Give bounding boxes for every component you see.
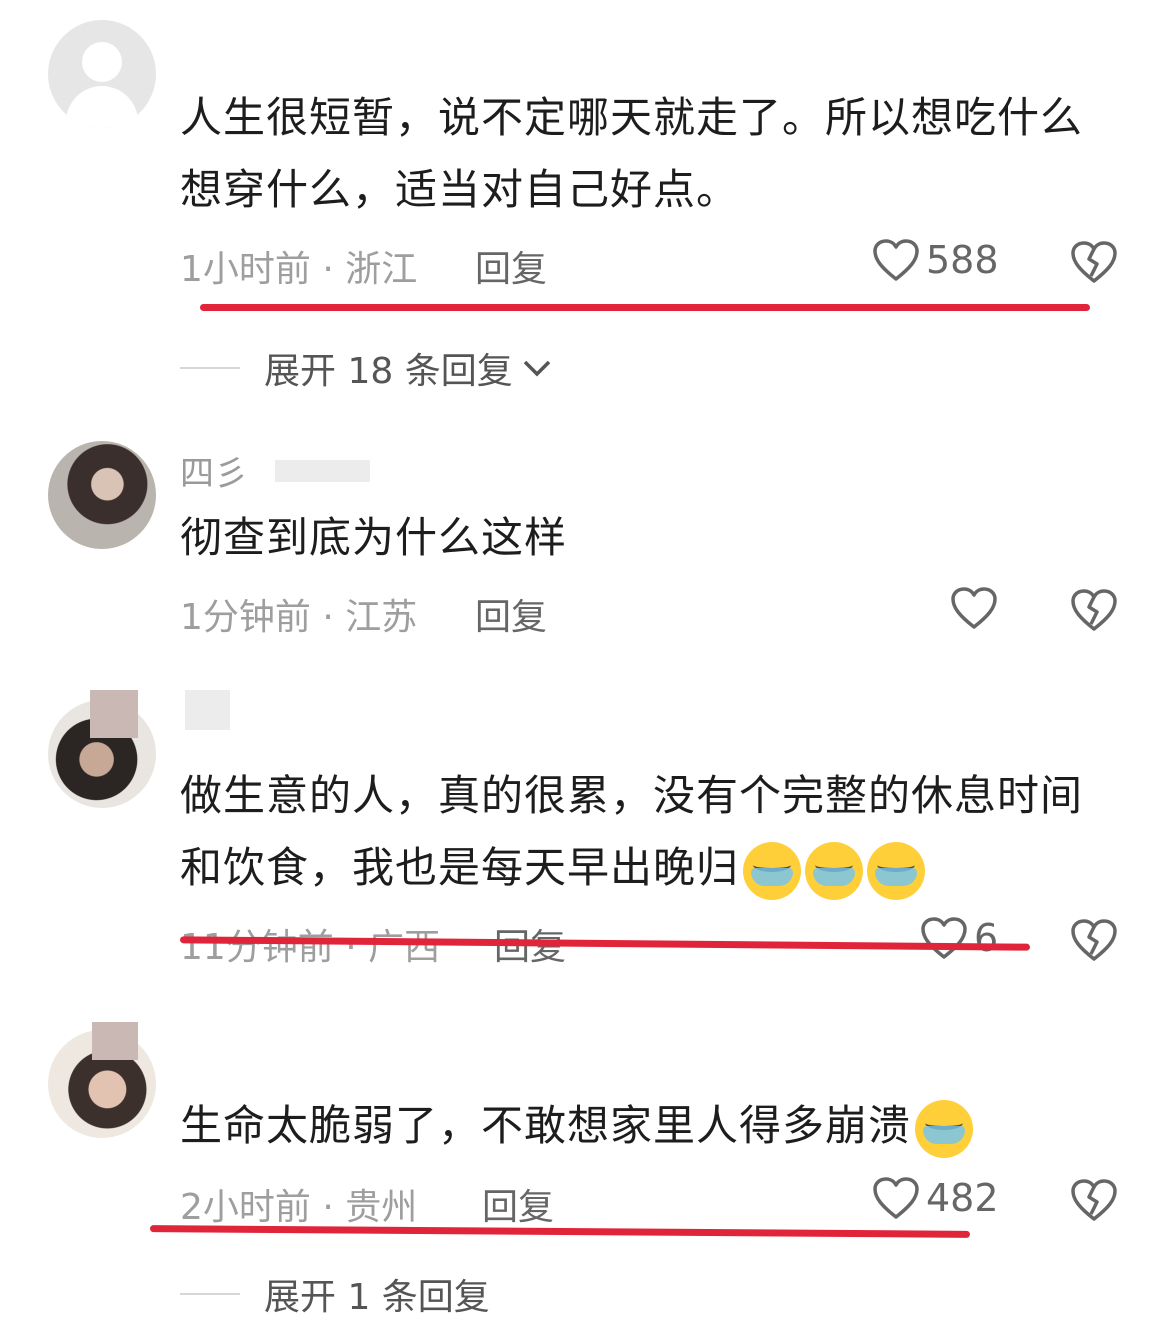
like-count: 6 xyxy=(974,916,999,960)
heart-outline-icon xyxy=(872,1176,920,1220)
like-button[interactable]: 482 xyxy=(872,1176,999,1220)
divider xyxy=(180,367,240,369)
comment-time-location: 1分钟前 · 江苏 xyxy=(180,597,418,638)
comment-text: 生命太脆弱了，不敢想家里人得多崩溃 xyxy=(180,1090,1110,1162)
comment-text-segment: 和饮食，我也是每天早出晚归 xyxy=(180,843,740,892)
like-count: 482 xyxy=(926,1176,999,1220)
reply-button[interactable]: 回复 xyxy=(475,240,547,292)
redacted-name xyxy=(185,690,230,730)
user-avatar[interactable] xyxy=(48,441,156,549)
broken-heart-icon[interactable] xyxy=(1070,1178,1118,1222)
like-button[interactable] xyxy=(950,586,1004,630)
chevron-down-icon xyxy=(523,360,550,377)
redacted-avatar-area xyxy=(92,1022,138,1060)
comment-text-line: 做生意的人，真的很累，没有个完整的休息时间 xyxy=(180,771,1084,820)
like-button[interactable]: 6 xyxy=(920,916,998,960)
comment-text: 人生很短暂，说不定哪天就走了。所以想吃什么 想穿什么，适当对自己好点。 xyxy=(180,82,1110,226)
broken-heart-icon[interactable] xyxy=(1070,918,1118,962)
redacted-avatar-area xyxy=(90,690,138,738)
heart-outline-icon xyxy=(920,916,968,960)
comment-text: 做生意的人，真的很累，没有个完整的休息时间 和饮食，我也是每天早出晚归 xyxy=(180,760,1110,904)
loudly-crying-face-icon xyxy=(805,841,864,900)
loudly-crying-face-icon xyxy=(743,841,802,900)
like-button[interactable]: 588 xyxy=(872,238,999,282)
comment-text-line: 想穿什么，适当对自己好点。 xyxy=(180,165,740,214)
expand-replies-button[interactable]: 展开 1 条回复 xyxy=(180,1268,490,1320)
reply-button[interactable]: 回复 xyxy=(475,588,547,640)
comment-time-location: 1小时前 · 浙江 xyxy=(180,249,418,290)
comment-text-segment: 生命太脆弱了，不敢想家里人得多崩溃 xyxy=(180,1101,912,1150)
redacted-name xyxy=(275,460,370,482)
comment-text: 彻查到底为什么这样 xyxy=(180,502,1110,574)
reply-button[interactable]: 回复 xyxy=(482,1178,554,1230)
comment-text-line: 彻查到底为什么这样 xyxy=(180,513,568,562)
annotation-underline xyxy=(149,1225,971,1238)
comment-username[interactable]: 四彡 xyxy=(180,446,248,495)
like-count: 588 xyxy=(926,238,999,282)
annotation-underline xyxy=(200,304,1090,311)
comment-text-line: 生命太脆弱了，不敢想家里人得多崩溃 xyxy=(180,1090,1110,1162)
heart-outline-icon xyxy=(872,238,920,282)
broken-heart-icon[interactable] xyxy=(1070,240,1118,284)
comment-time-location: 2小时前 · 贵州 xyxy=(180,1187,418,1228)
broken-heart-icon[interactable] xyxy=(1070,588,1118,632)
loudly-crying-face-icon xyxy=(867,841,926,900)
divider xyxy=(180,1293,240,1295)
heart-outline-icon xyxy=(950,586,998,630)
expand-replies-label: 展开 18 条回复 xyxy=(264,351,513,392)
loudly-crying-face-icon xyxy=(915,1099,974,1158)
expand-replies-label: 展开 1 条回复 xyxy=(264,1277,490,1318)
comment-text-line: 人生很短暂，说不定哪天就走了。所以想吃什么 xyxy=(180,93,1084,142)
default-avatar[interactable] xyxy=(48,20,156,128)
comment-text-line: 和饮食，我也是每天早出晚归 xyxy=(180,832,1110,904)
expand-replies-button[interactable]: 展开 18 条回复 xyxy=(180,342,555,394)
